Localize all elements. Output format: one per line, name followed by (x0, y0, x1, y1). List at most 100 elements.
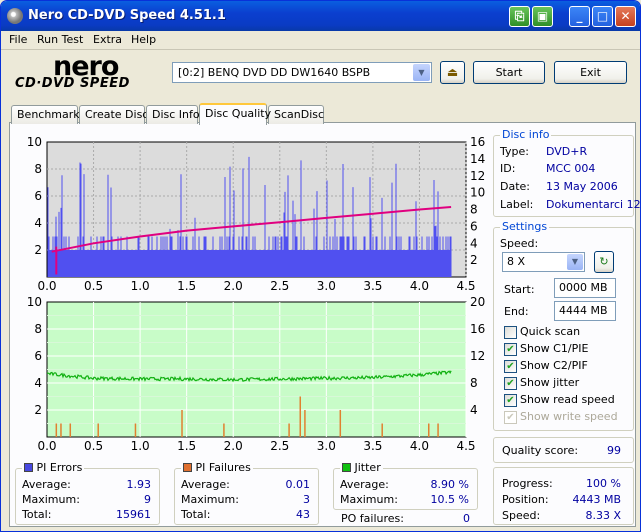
pi-failures-avg-label: Average: (181, 478, 230, 491)
y-left-tick-label: 8 (34, 322, 42, 336)
pi-errors-heading: PI Errors (22, 461, 85, 474)
exit-button[interactable]: Exit (554, 61, 627, 84)
label-value: Dokumentarci 12 (546, 198, 641, 211)
x-tick-label: 0.0 (37, 279, 56, 293)
eject-button[interactable]: ⏏ (440, 61, 465, 84)
app-window: Nero CD-DVD Speed 4.51.1 ⎘ ▣ _ □ ✕ File … (0, 0, 641, 532)
y-right-tick-label: 10 (470, 186, 485, 200)
eject-icon: ⏏ (446, 65, 459, 79)
end-input[interactable]: 4444 MB (554, 301, 616, 321)
checkbox-label: Show jitter (520, 376, 580, 389)
y-right-tick-label: 8 (470, 203, 478, 217)
pi-failures-chart: 0.0 0.5 1.0 1.5 2.0 2.5 3.0 3.5 4.0 4.5 2 4 6 8 10 4 8 12… (27, 295, 486, 453)
speed-select-value: 8 X (507, 255, 526, 268)
pi-failures-heading: PI Failures (181, 461, 253, 474)
window-title: Nero CD-DVD Speed 4.51.1 (28, 8, 226, 23)
po-failures-label: PO failures: (341, 512, 404, 525)
pi-failures-avg-value: 0.01 (285, 478, 311, 491)
refresh-speed-button[interactable]: ↻ (594, 251, 614, 273)
x-tick-label: 4.5 (456, 439, 475, 453)
y-left-tick-label: 2 (34, 403, 42, 417)
checkbox-show-jitter[interactable]: ✔ (504, 377, 517, 390)
x-tick-label: 2.0 (224, 279, 243, 293)
pi-failures-total-label: Total: (181, 508, 211, 521)
y-right-tick-label: 4 (470, 403, 478, 417)
title-bar[interactable]: Nero CD-DVD Speed 4.51.1 ⎘ ▣ _ □ ✕ (1, 1, 640, 31)
disc-info-group: Disc info Type: DVD+R ID: MCC 004 Date: … (493, 128, 640, 217)
x-tick-label: 4.5 (456, 279, 475, 293)
copy-graph-icon[interactable]: ⎘ (509, 6, 530, 27)
logo-cddvdspeed-text: CD·DVD SPEED (15, 76, 130, 91)
jitter-avg-label: Average: (340, 478, 389, 491)
menu-run-test[interactable]: Run Test (37, 33, 83, 46)
pi-failures-max-label: Maximum: (181, 493, 239, 506)
x-tick-label: 4.0 (410, 279, 429, 293)
tab-disc-info[interactable]: Disc Info (146, 105, 200, 124)
start-input[interactable]: 0000 MB (554, 278, 616, 298)
x-tick-label: 0.5 (84, 279, 103, 293)
checkbox-show-c2-pif[interactable]: ✔ (504, 360, 517, 373)
progress-group: Progress: 100 % Position: 4443 MB Speed:… (493, 467, 634, 525)
x-tick-label: 1.0 (131, 439, 150, 453)
y-right-tick-label: 12 (470, 169, 485, 183)
y-right-tick-label: 8 (470, 376, 478, 390)
checkbox-label: Show write speed (520, 410, 618, 423)
pi-errors-max-value: 9 (144, 493, 151, 506)
date-label: Date: (500, 180, 530, 193)
x-tick-label: 0.5 (84, 439, 103, 453)
menu-file[interactable]: File (9, 33, 27, 46)
y-left-tick-label: 2 (34, 243, 42, 257)
quality-score-value: 99 (607, 444, 621, 457)
speed-select[interactable]: 8 X ▼ (502, 252, 585, 272)
checkbox-show-read-speed[interactable]: ✔ (504, 394, 517, 407)
menu-extra[interactable]: Extra (93, 33, 122, 46)
position-value: 4443 MB (572, 493, 621, 506)
pi-errors-max-label: Maximum: (22, 493, 80, 506)
x-tick-label: 3.0 (317, 439, 336, 453)
x-tick-label: 2.5 (270, 439, 289, 453)
x-tick-label: 1.5 (177, 279, 196, 293)
tab-disc-quality[interactable]: Disc Quality (199, 103, 271, 125)
read-speed-label: Speed: (502, 509, 541, 522)
type-value: DVD+R (546, 145, 588, 158)
quality-score-label: Quality score: (502, 444, 579, 457)
start-label: Start: (504, 283, 535, 296)
tab-create-disc[interactable]: Create Disc (79, 105, 148, 124)
label-label: Label: (500, 198, 534, 211)
close-button[interactable]: ✕ (615, 6, 636, 27)
x-tick-label: 0.0 (37, 439, 56, 453)
minimize-button[interactable]: _ (569, 6, 590, 27)
x-tick-label: 3.5 (363, 439, 382, 453)
checkbox-show-c1-pie[interactable]: ✔ (504, 343, 517, 356)
checkbox-label: Show read speed (520, 393, 615, 406)
y-left-tick-label: 10 (27, 295, 42, 309)
pi-errors-swatch (24, 463, 33, 472)
chevron-down-icon[interactable]: ▼ (413, 64, 430, 81)
x-tick-label: 2.5 (270, 279, 289, 293)
y-left-tick-label: 6 (34, 189, 42, 203)
jitter-max-label: Maximum: (340, 493, 398, 506)
drive-select[interactable]: [0:2] BENQ DVD DD DW1640 BSPB ▼ (172, 62, 432, 83)
nero-logo: nero CD·DVD SPEED (15, 51, 165, 93)
start-button[interactable]: Start (473, 61, 545, 84)
save-icon[interactable]: ▣ (532, 6, 553, 27)
x-tick-label: 2.0 (224, 439, 243, 453)
pi-failures-group: PI Failures Average: 0.01 Maximum: 3 Tot… (174, 461, 319, 525)
checkbox-quick-scan[interactable] (504, 326, 517, 339)
maximize-button[interactable]: □ (592, 6, 613, 27)
disc-info-title: Disc info (500, 128, 552, 141)
jitter-swatch (342, 463, 351, 472)
y-right-tick-label: 2 (470, 253, 478, 267)
x-tick-label: 3.0 (317, 279, 336, 293)
pi-failures-total-value: 43 (296, 508, 310, 521)
menu-help[interactable]: Help (131, 33, 156, 46)
refresh-icon: ↻ (599, 255, 609, 268)
tab-scandisc[interactable]: ScanDisc (268, 105, 324, 124)
y-right-tick-label: 6 (470, 219, 478, 233)
pi-errors-total-value: 15961 (116, 508, 151, 521)
chevron-down-icon[interactable]: ▼ (567, 254, 583, 270)
y-right-tick-label: 12 (470, 349, 485, 363)
checkbox-label: Show C2/PIF (520, 359, 588, 372)
pi-errors-chart: 0.0 0.5 1.0 1.5 2.0 2.5 3.0 3.5 4.0 4.5 2 4 6 8 10 2 4 6 8… (27, 135, 486, 293)
tab-benchmark[interactable]: Benchmark (11, 105, 80, 124)
